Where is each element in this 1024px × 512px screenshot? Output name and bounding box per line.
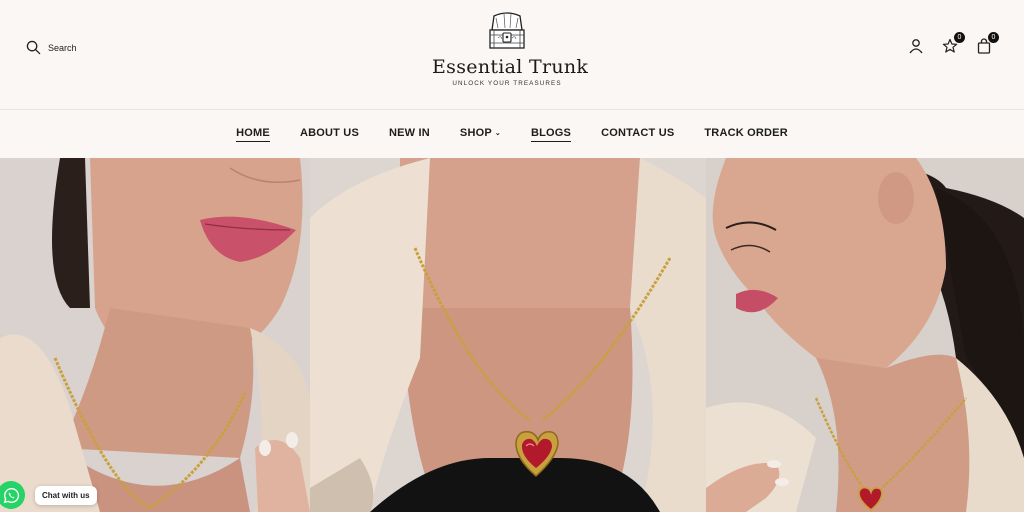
chevron-down-icon: ⌄ <box>494 130 501 137</box>
search-label: Search <box>48 42 77 53</box>
chat-widget: Chat with us <box>0 481 97 509</box>
nav-item-track-order[interactable]: TRACK ORDER <box>704 127 787 141</box>
hero-image-gallery <box>0 158 1024 512</box>
nav-item-label: TRACK ORDER <box>704 127 788 139</box>
treasure-chest-logo <box>489 12 525 49</box>
user-icon <box>909 39 923 54</box>
chat-with-us-button[interactable]: Chat with us <box>35 485 97 505</box>
brand-logo[interactable]: Essential Trunk UNLOCK YOUR TREASURES <box>432 8 589 87</box>
nav-item-shop[interactable]: SHOP ⌄ <box>460 127 501 141</box>
wishlist-button[interactable]: 0 <box>942 32 965 54</box>
nav-item-label: ABOUT US <box>299 127 359 139</box>
nav-item-label: HOME <box>236 126 270 139</box>
cart-count-badge: 0 <box>988 32 999 43</box>
nav-item-blogs[interactable]: BLOGS <box>530 126 572 142</box>
nav-item-label: BLOGS <box>530 126 572 139</box>
whatsapp-button[interactable] <box>0 481 25 509</box>
hero-image-center[interactable] <box>310 158 706 512</box>
cart-button[interactable]: 0 <box>976 32 999 54</box>
whatsapp-icon <box>3 487 19 503</box>
account-button[interactable] <box>908 38 924 54</box>
search-icon <box>26 40 41 55</box>
nav-item-home[interactable]: HOME <box>236 127 270 142</box>
brand-name: Essential Trunk <box>432 56 589 78</box>
hero-image-left[interactable] <box>0 158 310 512</box>
site-header: Search Essential Trunk UNLOCK YOUR TREAS… <box>0 0 1024 110</box>
nav-item-about-us[interactable]: ABOUT US <box>300 127 359 141</box>
nav-item-label: SHOP <box>459 127 492 139</box>
header-actions: 0 0 <box>908 32 999 54</box>
nav-item-label: CONTACT US <box>601 127 675 139</box>
main-nav: HOME ABOUT US NEW IN SHOP ⌄ BLOGS CONTACT… <box>0 110 1024 158</box>
wishlist-count-badge: 0 <box>954 32 965 43</box>
nav-item-label: NEW IN <box>388 127 430 139</box>
nav-item-new-in[interactable]: NEW IN <box>389 127 430 141</box>
brand-tagline: UNLOCK YOUR TREASURES <box>452 80 562 87</box>
nav-item-contact-us[interactable]: CONTACT US <box>601 127 674 141</box>
search-button[interactable]: Search <box>26 40 77 55</box>
hero-image-right[interactable] <box>706 158 1024 512</box>
